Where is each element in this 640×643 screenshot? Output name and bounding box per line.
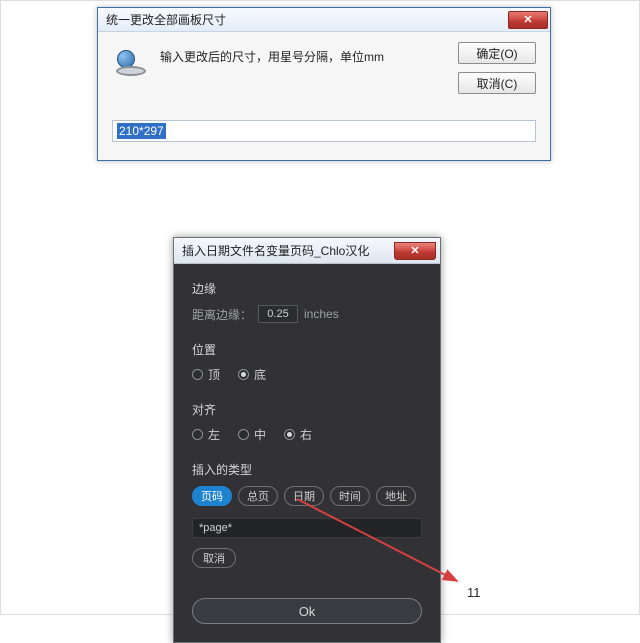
- align-section-title: 对齐: [192, 401, 422, 418]
- insert-type-pill-2[interactable]: 日期: [284, 486, 324, 506]
- position-section-title: 位置: [192, 341, 422, 358]
- size-input-value: 210*297: [117, 123, 166, 139]
- dialog1-close-button[interactable]: ✕: [508, 11, 548, 29]
- close-icon: ✕: [410, 244, 419, 257]
- align-radio-0[interactable]: 左: [192, 426, 220, 443]
- radio-dot-icon: [284, 429, 295, 440]
- position-radio-1[interactable]: 底: [238, 366, 266, 383]
- align-radio-1[interactable]: 中: [238, 426, 266, 443]
- cancel-button[interactable]: 取消(C): [458, 72, 536, 94]
- insert-type-section: 插入的类型 页码总页日期时间地址文件名 *page* 取消: [192, 461, 422, 568]
- align-radio-label: 左: [208, 426, 220, 443]
- radio-dot-icon: [192, 429, 203, 440]
- align-section: 对齐 左 中 右: [192, 401, 422, 443]
- position-radio-label: 底: [254, 366, 266, 383]
- align-radio-label: 中: [254, 426, 266, 443]
- dialog1-titlebar: 统一更改全部画板尺寸 ✕: [98, 8, 550, 32]
- margin-section: 边缘 距离边缘： 0.25 inches: [192, 280, 422, 323]
- insert-cancel-button[interactable]: 取消: [192, 548, 236, 568]
- ok-button[interactable]: 确定(O): [458, 42, 536, 64]
- position-radio-0[interactable]: 顶: [192, 366, 220, 383]
- close-icon: ✕: [523, 13, 532, 26]
- insert-type-section-title: 插入的类型: [192, 461, 422, 478]
- position-radio-label: 顶: [208, 366, 220, 383]
- radio-dot-icon: [238, 369, 249, 380]
- dialog2-ok-button[interactable]: Ok: [192, 598, 422, 624]
- dialog1-title: 统一更改全部画板尺寸: [106, 11, 226, 28]
- dialog1-prompt: 输入更改后的尺寸，用星号分隔，单位mm: [160, 42, 446, 65]
- margin-unit: inches: [304, 307, 339, 321]
- insert-type-pill-1[interactable]: 总页: [238, 486, 278, 506]
- position-section: 位置 顶 底: [192, 341, 422, 383]
- insert-variable-dialog: 插入日期文件名变量页码_Chlo汉化 ✕ 边缘 距离边缘： 0.25 inche…: [173, 237, 441, 643]
- resize-artboards-dialog: 统一更改全部画板尺寸 ✕ 输入更改后的尺寸，用星号分隔，单位mm 确定(O) 取…: [97, 7, 551, 161]
- insert-type-pill-0[interactable]: 页码: [192, 486, 232, 506]
- align-radio-2[interactable]: 右: [284, 426, 312, 443]
- insert-type-pill-3[interactable]: 时间: [330, 486, 370, 506]
- page-number: 11: [467, 585, 481, 600]
- dialog1-body: 输入更改后的尺寸，用星号分隔，单位mm 确定(O) 取消(C) 210*297: [98, 32, 550, 160]
- margin-section-title: 边缘: [192, 280, 422, 297]
- align-radio-label: 右: [300, 426, 312, 443]
- dialog2-title: 插入日期文件名变量页码_Chlo汉化: [182, 242, 369, 259]
- margin-value-input[interactable]: 0.25: [258, 305, 298, 323]
- dialog2-body: 边缘 距离边缘： 0.25 inches 位置 顶 底 对齐 左 中 右 插入的类型 …: [174, 264, 440, 642]
- size-input[interactable]: 210*297: [112, 120, 536, 142]
- radio-dot-icon: [238, 429, 249, 440]
- insert-pattern-input[interactable]: *page*: [192, 518, 422, 538]
- margin-label: 距离边缘：: [192, 306, 252, 323]
- dialog2-titlebar: 插入日期文件名变量页码_Chlo汉化 ✕: [174, 238, 440, 264]
- radio-dot-icon: [192, 369, 203, 380]
- insert-type-pill-4[interactable]: 地址: [376, 486, 416, 506]
- info-icon: [112, 44, 148, 80]
- dialog2-close-button[interactable]: ✕: [394, 242, 436, 260]
